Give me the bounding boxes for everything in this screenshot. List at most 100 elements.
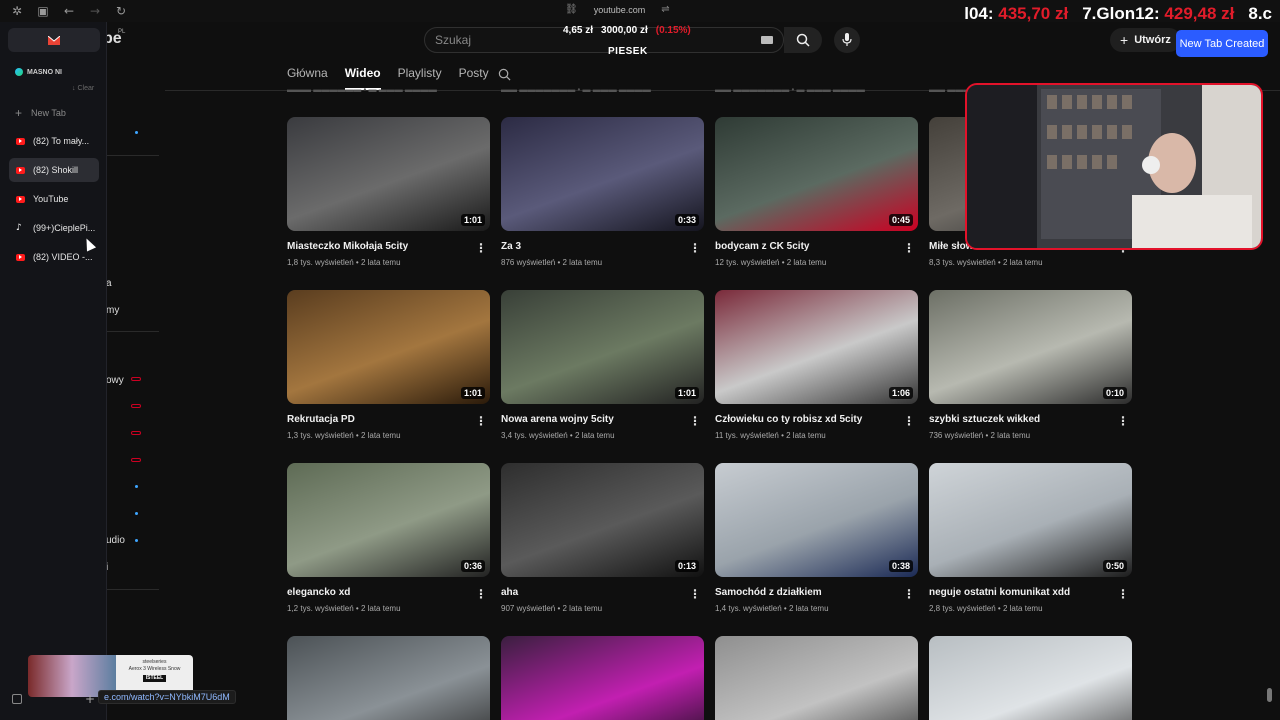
promo-shop: ISTEEL <box>142 675 167 682</box>
overlay-stat-label: l04: <box>964 4 994 23</box>
video-title[interactable]: szybki sztuczek wikked <box>929 414 1114 425</box>
more-actions-icon[interactable]: ⋮ <box>1117 587 1129 601</box>
video-card[interactable]: 0:50 neguje ostatni komunikat xdd 2,8 tys.… <box>929 463 1132 613</box>
overlay-stat-value: 435,70 zł <box>998 4 1069 23</box>
video-thumbnail[interactable] <box>287 636 490 720</box>
site-settings-icon[interactable]: ⇌ <box>661 4 669 15</box>
video-meta: 876 wyświetleń • 2 lata temu <box>501 258 603 267</box>
live-icon <box>131 431 141 435</box>
video-title[interactable]: neguje ostatni komunikat xdd <box>929 587 1114 598</box>
video-thumbnail[interactable]: 0:33 <box>501 117 704 231</box>
sidebar-item-partial[interactable]: my <box>106 305 119 316</box>
sidebar-tab[interactable]: ♪ (99+)CieplePi... <box>9 216 99 240</box>
video-card[interactable]: 1:01 Miasteczko Mikołaja 5city 1,8 tys. wy… <box>287 117 490 267</box>
video-title[interactable]: Człowieku co ty robisz xd 5city <box>715 414 900 425</box>
video-meta: 736 wyświetleń • 2 lata temu <box>929 431 1031 440</box>
keyboard-icon[interactable] <box>761 36 773 44</box>
more-actions-icon[interactable]: ⋮ <box>903 414 915 428</box>
video-thumbnail[interactable] <box>715 636 918 720</box>
space-name[interactable]: MASNO NI <box>15 68 62 76</box>
video-title[interactable]: Rekrutacja PD <box>287 414 472 425</box>
video-title[interactable]: aha <box>501 587 686 598</box>
sidebar-tab[interactable]: YouTube <box>9 187 99 211</box>
video-card[interactable]: 1:06 Człowieku co ty robisz xd 5city 11 ty… <box>715 290 918 440</box>
video-meta: 3,4 tys. wyświetleń • 2 lata temu <box>501 431 615 440</box>
clear-tabs-button[interactable]: ↓ Clear <box>72 85 94 92</box>
more-actions-icon[interactable]: ⋮ <box>689 241 701 255</box>
video-thumbnail[interactable]: 0:13 <box>501 463 704 577</box>
video-card[interactable]: 0:10 szybki sztuczek wikked 736 wyświetleń… <box>929 290 1132 440</box>
video-thumbnail[interactable] <box>501 636 704 720</box>
more-actions-icon[interactable]: ⋮ <box>1117 414 1129 428</box>
video-card[interactable]: 0:38 Samochód z działkiem 1,4 tys. wyświet… <box>715 463 918 613</box>
video-thumbnail[interactable] <box>929 636 1132 720</box>
prev-row-meta: ▬▬ ▬▬▬▬▬▬▬ • ▬ ▬▬▬ ▬▬▬▬ <box>501 85 651 94</box>
video-meta: 11 tys. wyświetleń • 2 lata temu <box>715 431 826 440</box>
add-space-icon[interactable]: + <box>85 692 95 706</box>
sidebar-item-partial[interactable]: udio <box>106 535 125 546</box>
ticker-change: (0.15%) <box>655 25 691 36</box>
video-card[interactable] <box>287 636 490 720</box>
url-text[interactable]: youtube.com <box>594 5 646 15</box>
video-thumbnail[interactable]: 0:36 <box>287 463 490 577</box>
more-actions-icon[interactable]: ⋮ <box>475 414 487 428</box>
video-thumbnail[interactable]: 1:01 <box>501 290 704 404</box>
duration-badge: 1:06 <box>888 387 913 399</box>
create-button[interactable]: + Utwórz <box>1110 28 1181 52</box>
more-actions-icon[interactable]: ⋮ <box>475 587 487 601</box>
channel-search-icon[interactable] <box>498 68 511 81</box>
video-card[interactable]: 0:36 elegancko xd 1,2 tys. wyświetleń • 2 … <box>287 463 490 613</box>
tiktok-icon: ♪ <box>16 222 22 233</box>
video-title[interactable]: bodycam z CK 5city <box>715 241 900 252</box>
more-actions-icon[interactable]: ⋮ <box>903 587 915 601</box>
more-actions-icon[interactable]: ⋮ <box>689 587 701 601</box>
video-title[interactable]: Miasteczko Mikołaja 5city <box>287 241 472 252</box>
video-thumbnail[interactable]: 0:50 <box>929 463 1132 577</box>
more-actions-icon[interactable]: ⋮ <box>689 414 701 428</box>
sidebar-tab-active[interactable]: (82) Shokill <box>9 158 99 182</box>
video-title[interactable]: Nowa arena wojny 5city <box>501 414 686 425</box>
sidebar-item-partial[interactable]: owy <box>106 375 124 386</box>
video-card[interactable] <box>929 636 1132 720</box>
scrollbar[interactable] <box>1267 688 1272 702</box>
reload-icon[interactable]: ↻ <box>114 4 128 18</box>
video-meta: 8,3 tys. wyświetleń • 2 lata temu <box>929 258 1043 267</box>
more-actions-icon[interactable]: ⋮ <box>475 241 487 255</box>
video-thumbnail[interactable]: 0:45 <box>715 117 918 231</box>
link-icon[interactable]: ⛓ <box>565 4 578 15</box>
notification-dot <box>135 131 138 134</box>
webcam-image <box>967 85 1261 248</box>
gmail-icon <box>48 35 60 45</box>
new-tab-button[interactable]: + New Tab <box>15 106 66 120</box>
back-icon[interactable]: ← <box>62 4 76 18</box>
video-thumbnail[interactable]: 1:06 <box>715 290 918 404</box>
video-card[interactable]: 1:01 Rekrutacja PD 1,3 tys. wyświetleń • 2… <box>287 290 490 440</box>
forward-icon[interactable]: → <box>88 4 102 18</box>
video-card[interactable] <box>501 636 704 720</box>
video-card[interactable]: 1:01 Nowa arena wojny 5city 3,4 tys. wyświ… <box>501 290 704 440</box>
youtube-icon <box>16 253 25 261</box>
tab-posts[interactable]: Posty <box>459 66 489 90</box>
sidebar-tab[interactable]: (82) To mały... <box>9 129 99 153</box>
video-thumbnail[interactable]: 0:10 <box>929 290 1132 404</box>
archive-icon[interactable] <box>12 694 22 704</box>
video-card[interactable]: 0:45 bodycam z CK 5city 12 tys. wyświetleń… <box>715 117 918 267</box>
more-actions-icon[interactable]: ⋮ <box>903 241 915 255</box>
video-card[interactable]: 0:33 Za 3 876 wyświetleń • 2 lata temu ⋮ <box>501 117 704 267</box>
video-thumbnail[interactable]: 0:38 <box>715 463 918 577</box>
pinned-gmail[interactable] <box>8 28 100 52</box>
arc-sidebar: MASNO NI ↓ Clear + New Tab (82) To mały.… <box>0 22 107 720</box>
video-card[interactable]: 0:13 aha 907 wyświetleń • 2 lata temu ⋮ <box>501 463 704 613</box>
video-title[interactable]: elegancko xd <box>287 587 472 598</box>
video-title[interactable]: Samochód z działkiem <box>715 587 900 598</box>
notification-dot <box>135 485 138 488</box>
video-thumbnail[interactable]: 1:01 <box>287 117 490 231</box>
url-bar[interactable]: ⛓ youtube.com ⇌ <box>565 4 670 15</box>
video-thumbnail[interactable]: 1:01 <box>287 290 490 404</box>
sidebar-toggle-icon[interactable]: ▣ <box>36 4 50 18</box>
video-title[interactable]: Za 3 <box>501 241 686 252</box>
search-button[interactable] <box>784 27 822 53</box>
arc-menu-icon[interactable]: ✲ <box>10 4 24 18</box>
video-card[interactable] <box>715 636 918 720</box>
voice-search-button[interactable] <box>834 27 860 53</box>
